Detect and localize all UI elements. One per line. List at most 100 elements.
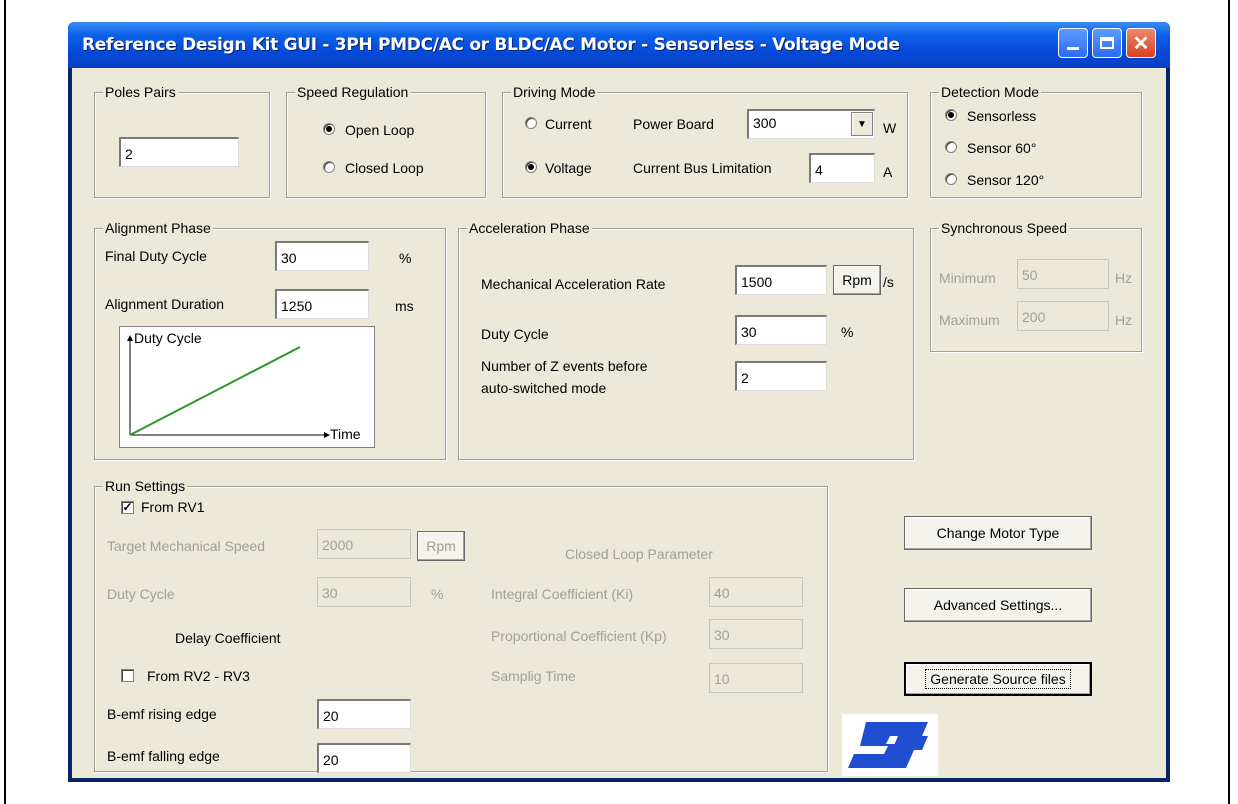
plot-y-label: Duty Cycle	[134, 330, 202, 346]
alignment-duration-label: Alignment Duration	[105, 296, 225, 312]
z-events-label-line1: Number of Z events before	[481, 358, 648, 374]
current-mode-label: Current	[545, 116, 592, 132]
sensorless-radio[interactable]	[945, 109, 957, 121]
closed-loop-label: Closed Loop	[345, 160, 424, 176]
power-board-unit: W	[883, 120, 897, 136]
open-loop-label: Open Loop	[345, 122, 415, 138]
client-area: Poles Pairs Speed Regulation Open Loop C…	[72, 68, 1166, 778]
driving-mode-title: Driving Mode	[511, 83, 598, 101]
open-loop-radio[interactable]	[323, 123, 335, 135]
advanced-settings-button[interactable]: Advanced Settings...	[904, 588, 1092, 622]
target-speed-unit-button: Rpm	[417, 531, 465, 561]
run-settings-group: Run Settings ✓ From RV1 Target Mechanica…	[94, 477, 828, 773]
generate-source-files-button[interactable]: Generate Source files	[904, 662, 1092, 696]
accel-rate-input[interactable]	[735, 265, 827, 295]
sync-max-unit: Hz	[1115, 312, 1133, 328]
sampling-time-input	[709, 663, 803, 693]
maximize-button[interactable]	[1092, 28, 1122, 58]
target-speed-label: Target Mechanical Speed	[107, 538, 265, 554]
from-rv2-rv3-checkbox[interactable]	[121, 669, 134, 682]
generate-source-files-label: Generate Source files	[925, 669, 1071, 689]
final-duty-cycle-label: Final Duty Cycle	[105, 248, 207, 264]
synchronous-speed-group: Synchronous Speed Minimum Hz Maximum Hz	[930, 219, 1142, 352]
y-axis-arrow-icon	[127, 335, 133, 341]
power-board-select[interactable]: 300 ▼	[747, 109, 875, 139]
kp-input	[709, 619, 803, 649]
voltage-mode-radio[interactable]	[525, 161, 537, 173]
sampling-time-label: Samplig Time	[491, 668, 576, 684]
dropdown-arrow-icon[interactable]: ▼	[851, 112, 873, 136]
sync-min-input	[1017, 259, 1109, 289]
detection-mode-title: Detection Mode	[939, 83, 1042, 101]
run-duty-cycle-unit: %	[431, 586, 444, 602]
acceleration-phase-title: Acceleration Phase	[467, 219, 592, 237]
ki-label: Integral Coefficient (Ki)	[491, 586, 634, 602]
plot-x-label: Time	[330, 426, 361, 442]
bemf-falling-label: B-emf falling edge	[107, 748, 220, 764]
maximize-icon	[1100, 37, 1114, 49]
accel-duty-cycle-input[interactable]	[735, 315, 827, 345]
close-button[interactable]: ✕	[1126, 28, 1156, 58]
ki-input	[709, 577, 803, 607]
kp-label: Proportional Coefficient (Kp)	[491, 628, 667, 644]
accel-duty-cycle-unit: %	[841, 324, 854, 340]
sensor-120-radio[interactable]	[945, 173, 957, 185]
poles-pairs-group: Poles Pairs	[94, 83, 270, 198]
alignment-duration-input[interactable]	[275, 289, 369, 319]
current-bus-unit: A	[883, 164, 893, 180]
sensor-60-radio[interactable]	[945, 141, 957, 153]
target-speed-input	[317, 529, 411, 559]
rpm-unit-button[interactable]: Rpm	[833, 265, 881, 295]
run-duty-cycle-input	[317, 577, 411, 607]
sensor-120-label: Sensor 120°	[967, 172, 1045, 188]
speed-regulation-group: Speed Regulation Open Loop Closed Loop	[286, 83, 486, 198]
st-logo	[842, 714, 938, 776]
sensorless-label: Sensorless	[967, 108, 1037, 124]
from-rv1-checkbox[interactable]: ✓	[121, 501, 134, 514]
bemf-falling-input[interactable]	[317, 743, 411, 773]
bemf-rising-input[interactable]	[317, 699, 411, 729]
sync-max-input	[1017, 301, 1109, 331]
power-board-value: 300	[753, 115, 777, 131]
ramp-line	[129, 346, 301, 436]
sync-min-label: Minimum	[939, 270, 996, 286]
accel-duty-cycle-label: Duty Cycle	[481, 326, 549, 342]
final-duty-cycle-unit: %	[399, 250, 412, 266]
run-duty-cycle-label: Duty Cycle	[107, 586, 175, 602]
current-mode-radio[interactable]	[525, 117, 537, 129]
speed-regulation-title: Speed Regulation	[295, 83, 411, 101]
alignment-phase-title: Alignment Phase	[103, 219, 213, 237]
current-bus-limitation-input[interactable]	[809, 153, 875, 183]
accel-rate-suffix: /s	[883, 274, 894, 290]
closed-loop-radio[interactable]	[323, 161, 335, 173]
close-icon: ✕	[1132, 32, 1150, 55]
acceleration-phase-group: Acceleration Phase Mechanical Accelerati…	[458, 219, 914, 460]
from-rv1-label: From RV1	[141, 499, 205, 515]
window-title: Reference Design Kit GUI - 3PH PMDC/AC o…	[82, 35, 900, 55]
closed-loop-parameter-title: Closed Loop Parameter	[565, 546, 713, 562]
power-board-label: Power Board	[633, 116, 714, 132]
app-window: Reference Design Kit GUI - 3PH PMDC/AC o…	[68, 22, 1170, 782]
z-events-input[interactable]	[735, 361, 827, 391]
alignment-ramp-plot: Duty Cycle Time	[119, 326, 375, 448]
st-logo-icon	[848, 722, 928, 768]
minimize-icon	[1067, 46, 1079, 50]
title-bar[interactable]: Reference Design Kit GUI - 3PH PMDC/AC o…	[68, 22, 1170, 68]
z-events-label-line2: auto-switched mode	[481, 380, 607, 396]
from-rv2-rv3-label: From RV2 - RV3	[147, 668, 250, 684]
synchronous-speed-title: Synchronous Speed	[939, 219, 1070, 237]
sensor-60-label: Sensor 60°	[967, 140, 1037, 156]
accel-rate-label: Mechanical Acceleration Rate	[481, 276, 666, 292]
change-motor-type-button[interactable]: Change Motor Type	[904, 516, 1092, 550]
current-bus-limitation-label: Current Bus Limitation	[633, 160, 772, 176]
sync-min-unit: Hz	[1115, 270, 1133, 286]
minimize-button[interactable]	[1058, 28, 1088, 58]
driving-mode-group: Driving Mode Current Power Board 300 ▼ W…	[502, 83, 908, 198]
run-settings-title: Run Settings	[103, 477, 188, 495]
poles-pairs-input[interactable]	[119, 137, 239, 167]
sync-max-label: Maximum	[939, 312, 1000, 328]
bemf-rising-label: B-emf rising edge	[107, 706, 217, 722]
poles-pairs-title: Poles Pairs	[103, 83, 178, 101]
final-duty-cycle-input[interactable]	[275, 241, 369, 271]
alignment-duration-unit: ms	[395, 298, 414, 314]
